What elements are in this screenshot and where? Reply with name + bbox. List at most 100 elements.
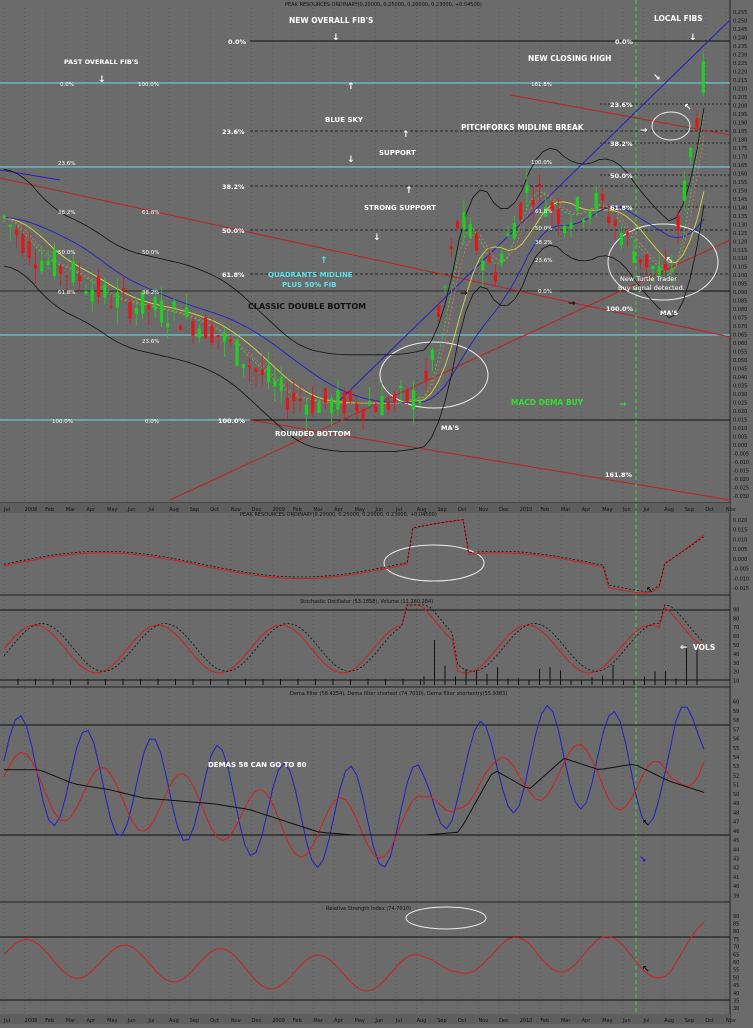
candle-body [437,305,441,318]
candle-body [443,286,447,288]
y-tick-label: 0.115 [733,248,747,254]
y-tick-label: 0.010 [733,426,747,432]
arrow-down-icon: ↓ [98,75,106,85]
annot-turtle-trader-line2: Buy signal detected. [618,284,685,292]
x-tick-label-bottom: Jul [147,1018,154,1024]
y-tick-label: 0.030 [733,392,747,398]
candle-body [185,307,189,317]
x-tick-label-bottom: Nov [478,1018,488,1024]
candle-body [229,339,233,342]
candle-body [537,183,542,188]
x-tick-label-top: Sep [190,507,199,513]
annot-new-closing-high: NEW CLOSING HIGH [528,54,611,63]
candle-body [27,241,31,258]
y-tick-label: -0.005 [733,451,749,457]
y-tick-label: 85 [733,922,739,928]
candle-body [512,223,516,239]
annot-pitchforks-midline-break: PITCHFORKS MIDLINE BREAK [461,123,585,132]
y-tick-label: 0.200 [733,104,747,110]
y-tick-label: 0.225 [733,61,747,67]
arrow-up-left-icon: ↖ [684,103,692,113]
candle-body [355,403,359,412]
y-tick-label: 0.210 [733,87,747,93]
candle-body [311,396,315,413]
candle-body [506,233,510,236]
y-tick-label: 0.150 [733,188,747,194]
fib-label-local-100: 100.0% [606,305,634,313]
y-tick-label: 48 [733,810,739,816]
x-tick-label-top: Nov [726,507,736,513]
x-tick-label-bottom: May [355,1018,365,1024]
fib-label-new-236: 23.6% [222,128,245,136]
fib-label-past-100: 100.0% [138,82,159,88]
candle-body [323,388,327,403]
y-tick-label: 90 [733,607,739,613]
y-tick-label: -0.020 [733,477,749,483]
annot-mas-right: MA'S [660,309,678,317]
annot-turtle-trader-line1: New Turtle Trader [620,275,677,283]
y-tick-label: 58 [733,718,739,724]
candle-body [411,390,416,410]
y-tick-label: 47 [733,820,739,826]
candle-body [380,395,384,416]
y-tick-label: -0.025 [733,485,749,491]
candle-body [374,406,378,413]
main-header: PEAK RESOURCES ORDINARY(0.20000, 0.25000… [285,2,482,8]
y-tick-label: 45 [733,838,739,844]
fib-label-past-618: 61.8% [58,290,75,296]
y-tick-label: 55 [733,968,739,974]
x-tick-label-top: Jul [3,507,10,513]
annot-rounded-bottom: ROUNDED BOTTOM [275,430,351,438]
x-tick-label-top: Feb [540,507,549,513]
candle-body [607,216,611,224]
candle-body [235,339,239,366]
y-tick-label: 43 [733,856,739,862]
fib-label-new-100: 100.0% [218,417,246,425]
y-tick-label: 0.190 [733,121,747,127]
arrow-up-icon: ↑ [402,130,410,140]
arrow-up-left-icon: ↖ [646,586,654,596]
candle-body [222,332,227,342]
dema-header: Dema filter (58.4254), Dema filter short… [290,691,507,697]
y-tick-label: 55 [733,746,739,752]
x-tick-label-top: Oct [210,507,219,513]
y-tick-label: 0.145 [733,197,747,203]
y-tick-label: 0.070 [733,324,747,330]
candle-body [449,246,453,249]
candle-body [40,261,44,272]
candle-body [588,211,592,219]
candle-body [128,301,132,319]
candle-body [594,192,598,209]
x-tick-label-bottom: 2009 [272,1018,285,1024]
candle-body [474,233,479,251]
y-tick-label: 65 [733,952,739,958]
fib-label-local-618: 61.8% [610,204,633,212]
candle-body [304,404,308,415]
candle-body [645,254,649,268]
fib-label-q-50: 50.0% [142,250,159,256]
arrow-up-icon: ↑ [347,82,355,92]
candle-body [103,284,107,298]
y-tick-label: 0.215 [733,78,747,84]
y-tick-label: -0.010 [733,460,749,466]
x-tick-label-bottom: Jul [642,1018,649,1024]
arrow-down-right-icon: ↘ [653,73,661,83]
candle-body [500,253,504,263]
x-tick-label-bottom: Oct [705,1018,714,1024]
annot-support: SUPPORT [379,149,416,157]
y-tick-label: 40 [733,884,739,890]
y-tick-label: 59 [733,709,739,715]
x-tick-label-bottom: Sep [190,1018,199,1024]
y-tick-label: -0.030 [733,494,749,500]
x-tick-label-bottom: Feb [45,1018,54,1024]
y-tick-label: 35 [733,998,739,1004]
x-tick-label-bottom: Feb [540,1018,549,1024]
fib-label-past-100-b: 100.0% [52,419,73,425]
x-tick-label-bottom: Sep [437,1018,446,1024]
y-tick-label: 0.015 [733,417,747,423]
y-tick-label: 57 [733,727,739,733]
candle-body [626,232,630,236]
candle-body [405,389,409,402]
y-tick-label: 0.155 [733,180,747,186]
y-tick-label: 0.230 [733,53,747,59]
